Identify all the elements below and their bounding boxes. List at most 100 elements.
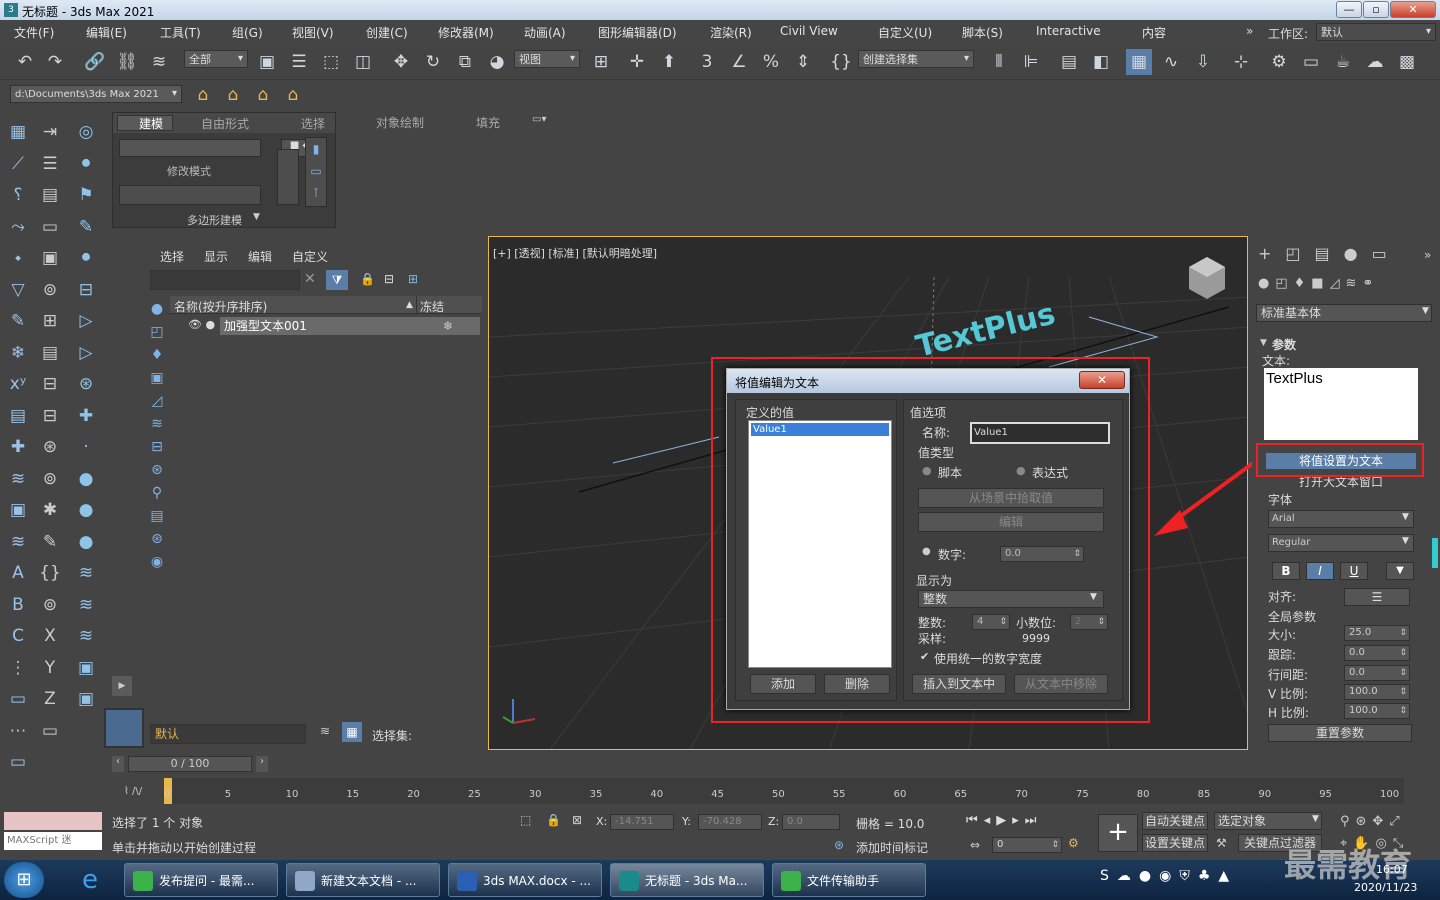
tool-icon[interactable]: ● xyxy=(72,528,100,556)
named-selection-dropdown[interactable]: 创建选择集 xyxy=(858,50,974,68)
toggle-layers-icon[interactable]: ◧ xyxy=(1088,49,1114,75)
tool-icon[interactable]: ⊟ xyxy=(72,276,100,304)
tool-icon[interactable]: X xyxy=(36,622,64,650)
command-panel-tabs[interactable]: +◰▤●▭ xyxy=(1258,244,1434,270)
material-editor-icon[interactable]: ⊹ xyxy=(1228,49,1254,75)
poly-modeling-label[interactable]: 多边形建模 xyxy=(187,212,242,228)
auto-key-button[interactable]: 自动关键点 xyxy=(1142,812,1208,830)
tool-icon[interactable]: xʸ xyxy=(4,370,32,398)
tab-selection[interactable]: 选择 xyxy=(301,115,325,132)
project-folder-icon[interactable]: ⌂ xyxy=(250,82,276,108)
tool-icon[interactable]: ▣ xyxy=(36,244,64,272)
x-coord-field[interactable]: -14.751 xyxy=(610,814,674,830)
tool-icon[interactable]: ⊟ xyxy=(36,402,64,430)
angle-snap-icon[interactable]: ∠ xyxy=(726,49,752,75)
tool-icon[interactable]: ⊚ xyxy=(36,591,64,619)
tool-icon[interactable]: {} xyxy=(36,559,64,587)
lock-icon[interactable]: 🔒 xyxy=(360,272,375,286)
menu-item[interactable]: 动画(A) xyxy=(524,24,566,41)
key-mode-icon[interactable]: ⇔ xyxy=(970,838,980,852)
font-chevron-icon[interactable]: ▼ xyxy=(1402,512,1409,522)
more-styles-dropdown-icon[interactable]: ▼ xyxy=(1386,562,1414,580)
task-item[interactable]: 3ds MAX.docx - ... xyxy=(448,863,602,897)
tool-icon[interactable]: ⚑ xyxy=(72,181,100,209)
current-frame-field[interactable]: 0 xyxy=(992,837,1062,853)
rollout-collapse-icon[interactable]: ▼ xyxy=(1260,338,1267,348)
hierarchy-icon[interactable]: ⊟ xyxy=(384,272,394,286)
menu-item[interactable]: 图形编辑器(D) xyxy=(598,24,677,41)
curve-editor-icon[interactable]: ∿ xyxy=(1158,49,1184,75)
create-category-icons[interactable]: ●◰♦■◿≋⚭ xyxy=(1258,276,1434,296)
tool-icon[interactable]: ✎ xyxy=(72,213,100,241)
task-item[interactable]: 新建文本文档 - ... xyxy=(286,863,440,897)
link-icon[interactable]: 🔗 xyxy=(82,49,108,75)
set-key-button[interactable]: 设置关键点 xyxy=(1142,834,1208,852)
curve-toggle-icon[interactable]: ⌇ /\/ xyxy=(124,786,142,797)
tool-icon[interactable]: ▣ xyxy=(72,685,100,713)
tool-icon[interactable]: ▷ xyxy=(72,339,100,367)
time-config-icon[interactable]: ⚙ xyxy=(1068,836,1079,850)
menu-item[interactable]: 内容 xyxy=(1142,24,1166,41)
layer-color-swatch[interactable] xyxy=(104,708,144,748)
rendered-frame-icon[interactable]: ▭ xyxy=(1298,49,1324,75)
tool-icon[interactable]: ⊛ xyxy=(72,370,100,398)
tool-icon[interactable]: ▭ xyxy=(36,717,64,745)
tool-icon[interactable]: ▽ xyxy=(4,276,32,304)
rect-selection-icon[interactable]: ⬚ xyxy=(318,49,344,75)
tab-modeling[interactable]: 建模 xyxy=(139,115,163,132)
tool-icon[interactable]: Z xyxy=(36,685,64,713)
scene-explorer-icon[interactable]: ▦ xyxy=(1126,49,1152,75)
y-coord-field[interactable]: -70.428 xyxy=(698,814,762,830)
tool-icon[interactable]: ⚫ xyxy=(72,150,100,178)
menu-item[interactable]: 修改器(M) xyxy=(438,24,494,41)
select-object-icon[interactable]: ▣ xyxy=(254,49,280,75)
render-setup-icon[interactable]: ⚙ xyxy=(1266,49,1292,75)
tool-icon[interactable]: C xyxy=(4,622,32,650)
tool-icon[interactable]: ⊛ xyxy=(36,433,64,461)
bold-button[interactable]: B xyxy=(1272,562,1300,580)
menu-item[interactable]: 文件(F) xyxy=(14,24,54,41)
tool-icon[interactable]: ▣ xyxy=(4,496,32,524)
tool-icon[interactable]: B xyxy=(4,591,32,619)
prev-frame-arrow-icon[interactable]: ‹ xyxy=(112,756,124,772)
panel-scrollbar[interactable] xyxy=(1432,538,1438,568)
tool-icon[interactable]: Y xyxy=(36,654,64,682)
ie-browser-icon[interactable]: e xyxy=(70,864,110,896)
layer-icon[interactable]: ⊞ xyxy=(408,272,418,286)
panel-more-icon[interactable]: » xyxy=(1424,248,1431,262)
tool-icon[interactable]: ⊚ xyxy=(36,465,64,493)
filter-icon[interactable]: ⧩ xyxy=(326,270,348,290)
close-window-button[interactable]: ✕ xyxy=(1390,1,1436,18)
edit-named-selection-icon[interactable]: {} xyxy=(828,49,854,75)
select-by-name-icon[interactable]: ☰ xyxy=(286,49,312,75)
task-item[interactable]: 文件传输助手 xyxy=(772,863,926,897)
maxscript-mini-listener[interactable]: MAXScript 迷 xyxy=(4,832,102,850)
explorer-filter-column[interactable]: ● ◰ ♦ ▣ ◿ ≋ ⊟ ⊛ ⚲ ▤ ⊛ ◉ xyxy=(146,298,168,578)
pivot-icon[interactable]: ⊞ xyxy=(588,49,614,75)
tool-icon[interactable]: A xyxy=(4,559,32,587)
align-icon[interactable]: ⊫ xyxy=(1018,49,1044,75)
tool-icon[interactable]: ● xyxy=(72,496,100,524)
tool-icon[interactable]: ⋯ xyxy=(4,717,32,745)
percent-snap-icon[interactable]: % xyxy=(758,49,784,75)
explorer-tab-select[interactable]: 选择 xyxy=(160,248,184,265)
parameters-label[interactable]: 参数 xyxy=(1272,336,1296,353)
menu-item[interactable]: 编辑(E) xyxy=(86,24,127,41)
tool-icon[interactable]: ▣ xyxy=(72,654,100,682)
navigation-controls[interactable]: ⚲⊛✥⤢ xyxy=(1340,814,1406,829)
explorer-search-input[interactable] xyxy=(150,270,300,290)
task-item-active[interactable]: 无标题 - 3ds Ma... xyxy=(610,863,764,897)
move-icon[interactable]: ✥ xyxy=(388,49,414,75)
tool-icon[interactable]: ☰ xyxy=(36,150,64,178)
snap-toggle-icon[interactable]: 3 xyxy=(694,49,720,75)
tool-icon[interactable]: ≋ xyxy=(72,622,100,650)
name-column-header[interactable]: 名称(按升序排序) xyxy=(174,298,267,315)
font-dropdown[interactable]: Arial xyxy=(1268,510,1414,528)
tool-icon[interactable]: ✱ xyxy=(36,496,64,524)
tab-populate[interactable]: 填充 xyxy=(476,114,500,131)
expand-arrow-icon[interactable]: ▶ xyxy=(112,676,132,696)
tool-icon[interactable]: ⊟ xyxy=(36,370,64,398)
clear-search-icon[interactable]: ✕ xyxy=(304,271,316,287)
category-chevron-icon[interactable]: ▼ xyxy=(1422,306,1429,316)
start-button[interactable]: ⊞ xyxy=(4,862,44,898)
